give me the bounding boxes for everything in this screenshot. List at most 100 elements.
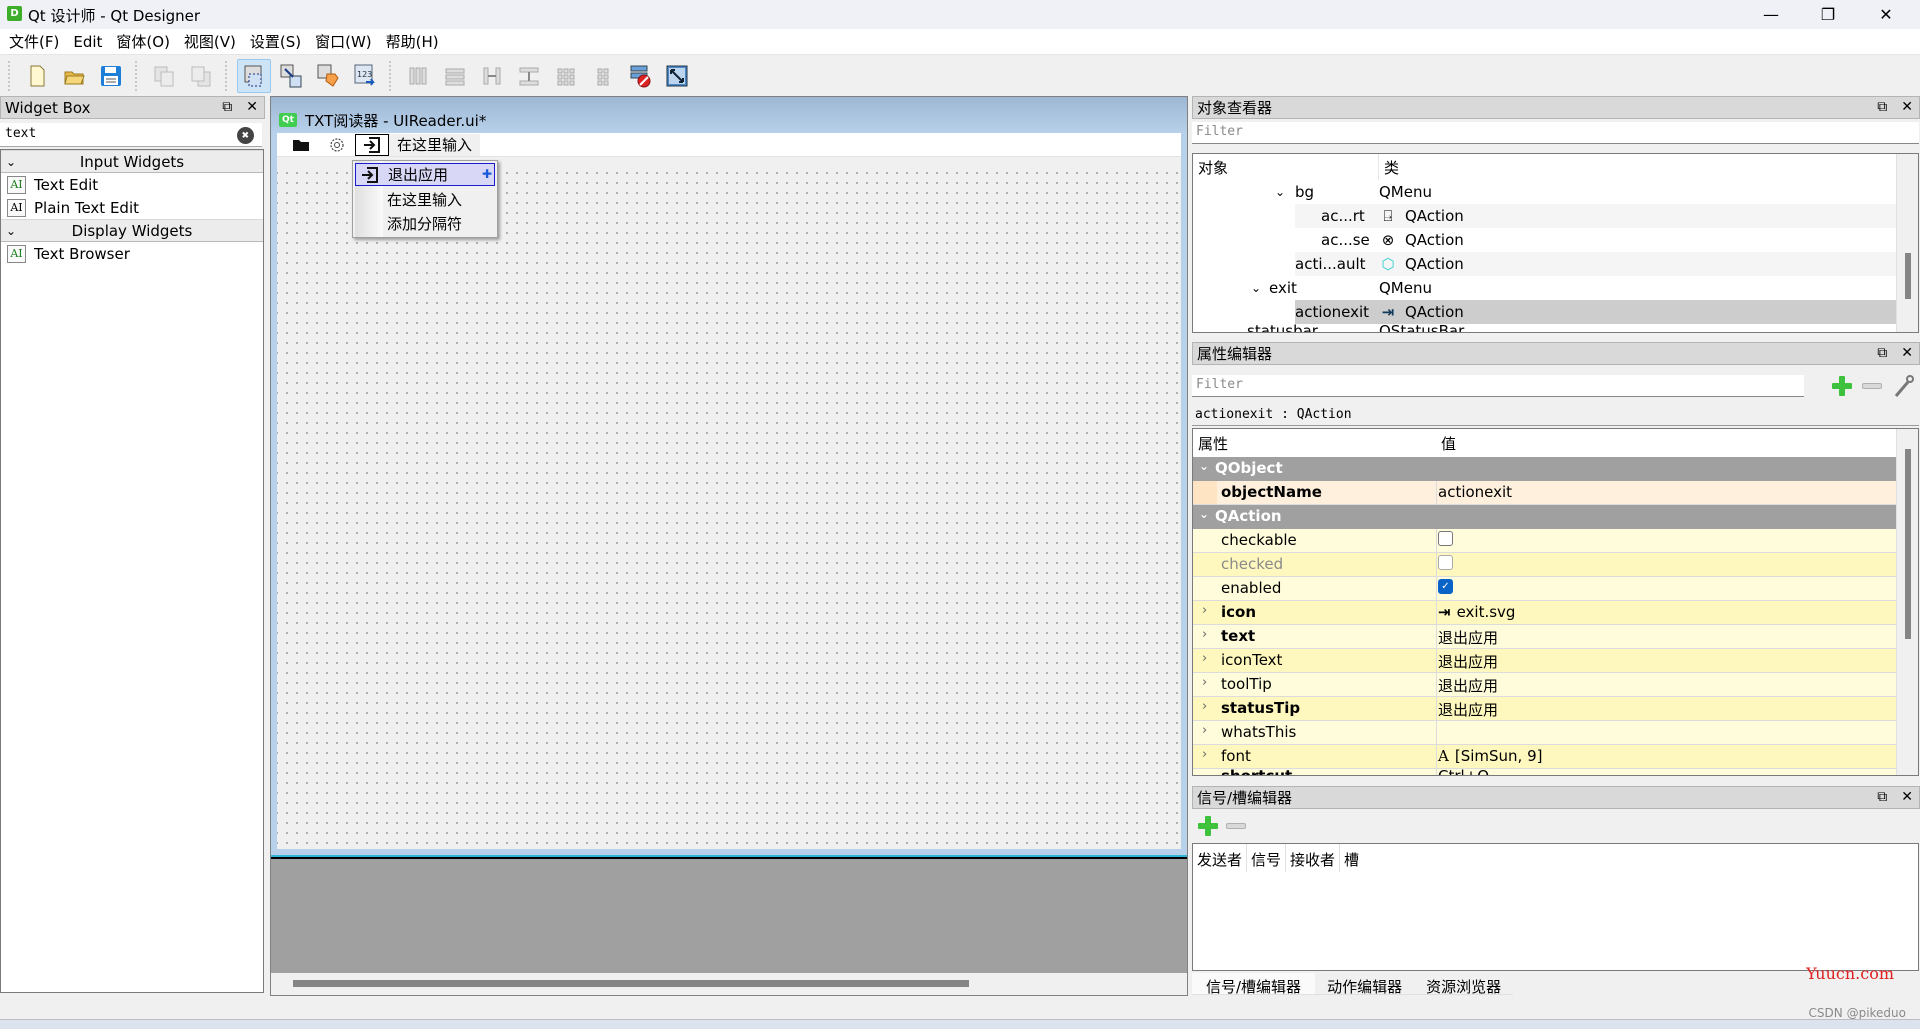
chevron-down-icon[interactable]: ⌄: [1251, 281, 1261, 295]
tree-row[interactable]: ⌄ exit QMenu: [1193, 276, 1918, 300]
column-object[interactable]: 对象: [1193, 154, 1379, 180]
column-signal[interactable]: 信号: [1247, 844, 1287, 872]
edit-signals-slots-button[interactable]: [274, 59, 308, 93]
property-row-icontext[interactable]: › iconText 退出应用: [1193, 649, 1918, 673]
column-property[interactable]: 属性: [1198, 433, 1228, 454]
float-dock-icon[interactable]: ⧉: [1877, 99, 1887, 115]
remove-property-icon[interactable]: [1862, 383, 1882, 389]
property-value[interactable]: 退出应用: [1438, 675, 1498, 696]
column-class[interactable]: 类: [1379, 154, 1404, 180]
enabled-checkbox[interactable]: ✓: [1438, 579, 1453, 594]
expand-icon[interactable]: ›: [1202, 651, 1207, 666]
send-to-back-button[interactable]: [147, 59, 181, 93]
layout-form-button[interactable]: [586, 59, 620, 93]
checkable-checkbox[interactable]: [1438, 531, 1453, 546]
layout-grid-button[interactable]: [549, 59, 583, 93]
float-dock-icon[interactable]: ⧉: [1877, 345, 1887, 361]
signal-slot-titlebar[interactable]: 信号/槽编辑器 ⧉ ✕: [1192, 786, 1920, 809]
expand-icon[interactable]: ›: [1202, 675, 1207, 690]
property-row-font[interactable]: › font A [SimSun, 9]: [1193, 745, 1918, 769]
tab-resource-browser[interactable]: 资源浏览器: [1414, 973, 1514, 996]
column-sender[interactable]: 发送者: [1193, 844, 1248, 872]
tree-row[interactable]: ⌄ bg QMenu: [1193, 180, 1918, 204]
property-table-scrollbar[interactable]: [1896, 429, 1918, 775]
open-form-button[interactable]: [57, 59, 91, 93]
tree-row[interactable]: statusbar QStatusBar: [1193, 324, 1918, 332]
close-dock-icon[interactable]: ✕: [1901, 99, 1913, 115]
form-menu-bg[interactable]: [283, 134, 319, 156]
menu-item-add-separator[interactable]: 添加分隔符: [355, 212, 495, 235]
object-inspector-titlebar[interactable]: 对象查看器 ⧉ ✕: [1192, 96, 1920, 119]
horizontal-scrollbar[interactable]: [271, 973, 1187, 995]
expand-icon[interactable]: ›: [1202, 627, 1207, 642]
chevron-down-icon[interactable]: ⌄: [1275, 185, 1285, 199]
widget-item-plain-text-edit[interactable]: AI Plain Text Edit: [1, 196, 263, 219]
property-value[interactable]: 退出应用: [1438, 699, 1498, 720]
edit-tab-order-button[interactable]: 123: [348, 59, 382, 93]
configure-wrench-icon[interactable]: [1892, 374, 1916, 398]
expand-icon[interactable]: ›: [1202, 699, 1207, 714]
tab-action-editor[interactable]: 动作编辑器: [1315, 973, 1415, 996]
close-window-button[interactable]: ✕: [1858, 0, 1914, 29]
property-row-text[interactable]: › text 退出应用: [1193, 625, 1918, 649]
widget-item-text-edit[interactable]: AI Text Edit: [1, 173, 263, 196]
category-input-widgets[interactable]: ⌄ Input Widgets: [1, 150, 263, 173]
layout-h-splitter-button[interactable]: [475, 59, 509, 93]
property-row-enabled[interactable]: enabled ✓: [1193, 577, 1918, 601]
property-value[interactable]: Ctrl+Q: [1438, 769, 1489, 775]
scrollbar-thumb[interactable]: [1905, 253, 1911, 299]
float-dock-icon[interactable]: ⧉: [222, 99, 232, 115]
remove-connection-icon[interactable]: [1226, 823, 1246, 829]
layout-vertical-button[interactable]: [438, 59, 472, 93]
add-dynamic-property-icon[interactable]: [1832, 376, 1852, 396]
object-filter-input[interactable]: Filter: [1192, 122, 1919, 144]
property-row-objectname[interactable]: objectName actionexit: [1193, 481, 1918, 505]
tab-signal-slot-editor[interactable]: 信号/槽编辑器: [1192, 973, 1316, 996]
minimize-button[interactable]: —: [1743, 0, 1799, 29]
layout-v-splitter-button[interactable]: [512, 59, 546, 93]
layout-horizontal-button[interactable]: [401, 59, 435, 93]
property-value[interactable]: 退出应用: [1438, 627, 1498, 648]
close-dock-icon[interactable]: ✕: [1901, 789, 1913, 805]
break-layout-button[interactable]: [623, 59, 657, 93]
add-connection-icon[interactable]: [1198, 816, 1218, 836]
property-value[interactable]: actionexit: [1438, 483, 1512, 501]
menu-form[interactable]: 窗体(O): [114, 31, 178, 52]
widget-box-titlebar[interactable]: Widget Box ⧉ ✕: [0, 96, 265, 119]
close-dock-icon[interactable]: ✕: [246, 99, 258, 115]
menu-item-type-here[interactable]: 在这里输入: [355, 188, 495, 211]
property-row-checkable[interactable]: checkable: [1193, 529, 1918, 553]
column-receiver[interactable]: 接收者: [1286, 844, 1341, 872]
tree-row[interactable]: ac...rt ⍈ QAction: [1193, 204, 1918, 228]
form-menu-type-here[interactable]: 在这里输入: [389, 133, 481, 156]
menu-window[interactable]: 窗口(W): [313, 31, 380, 52]
form-canvas[interactable]: 在这里输入: [277, 133, 1181, 849]
menu-view[interactable]: 视图(V): [182, 31, 244, 52]
property-editor-titlebar[interactable]: 属性编辑器 ⧉ ✕: [1192, 342, 1920, 365]
new-form-button[interactable]: [20, 59, 54, 93]
property-row-checked[interactable]: checked: [1193, 553, 1918, 577]
adjust-size-button[interactable]: [660, 59, 694, 93]
column-slot[interactable]: 槽: [1340, 844, 1363, 872]
menu-help[interactable]: 帮助(H): [384, 31, 447, 52]
save-form-button[interactable]: [94, 59, 128, 93]
close-dock-icon[interactable]: ✕: [1901, 345, 1913, 361]
widget-item-text-browser[interactable]: AI Text Browser: [1, 242, 263, 265]
menu-edit[interactable]: Edit: [71, 33, 110, 51]
property-filter-input[interactable]: Filter: [1192, 375, 1804, 397]
object-tree-scrollbar[interactable]: [1896, 154, 1918, 332]
column-value[interactable]: 值: [1441, 433, 1456, 454]
category-display-widgets[interactable]: ⌄ Display Widgets: [1, 219, 263, 242]
menu-settings[interactable]: 设置(S): [248, 31, 309, 52]
add-action-icon[interactable]: ✚: [482, 167, 492, 181]
property-row-icon[interactable]: › icon ⇥ exit.svg: [1193, 601, 1918, 625]
expand-icon[interactable]: ›: [1202, 603, 1207, 618]
property-group-qobject[interactable]: ⌄ QObject: [1193, 457, 1918, 481]
menu-item-exit-app[interactable]: 退出应用 ✚: [355, 163, 495, 186]
expand-icon[interactable]: ›: [1202, 747, 1207, 762]
property-group-qaction[interactable]: ⌄ QAction: [1193, 505, 1918, 529]
horizontal-scrollbar-thumb[interactable]: [293, 980, 969, 987]
form-menu-exit[interactable]: [355, 133, 389, 156]
form-menu-settings[interactable]: [319, 134, 355, 156]
edit-buddies-button[interactable]: [311, 59, 345, 93]
